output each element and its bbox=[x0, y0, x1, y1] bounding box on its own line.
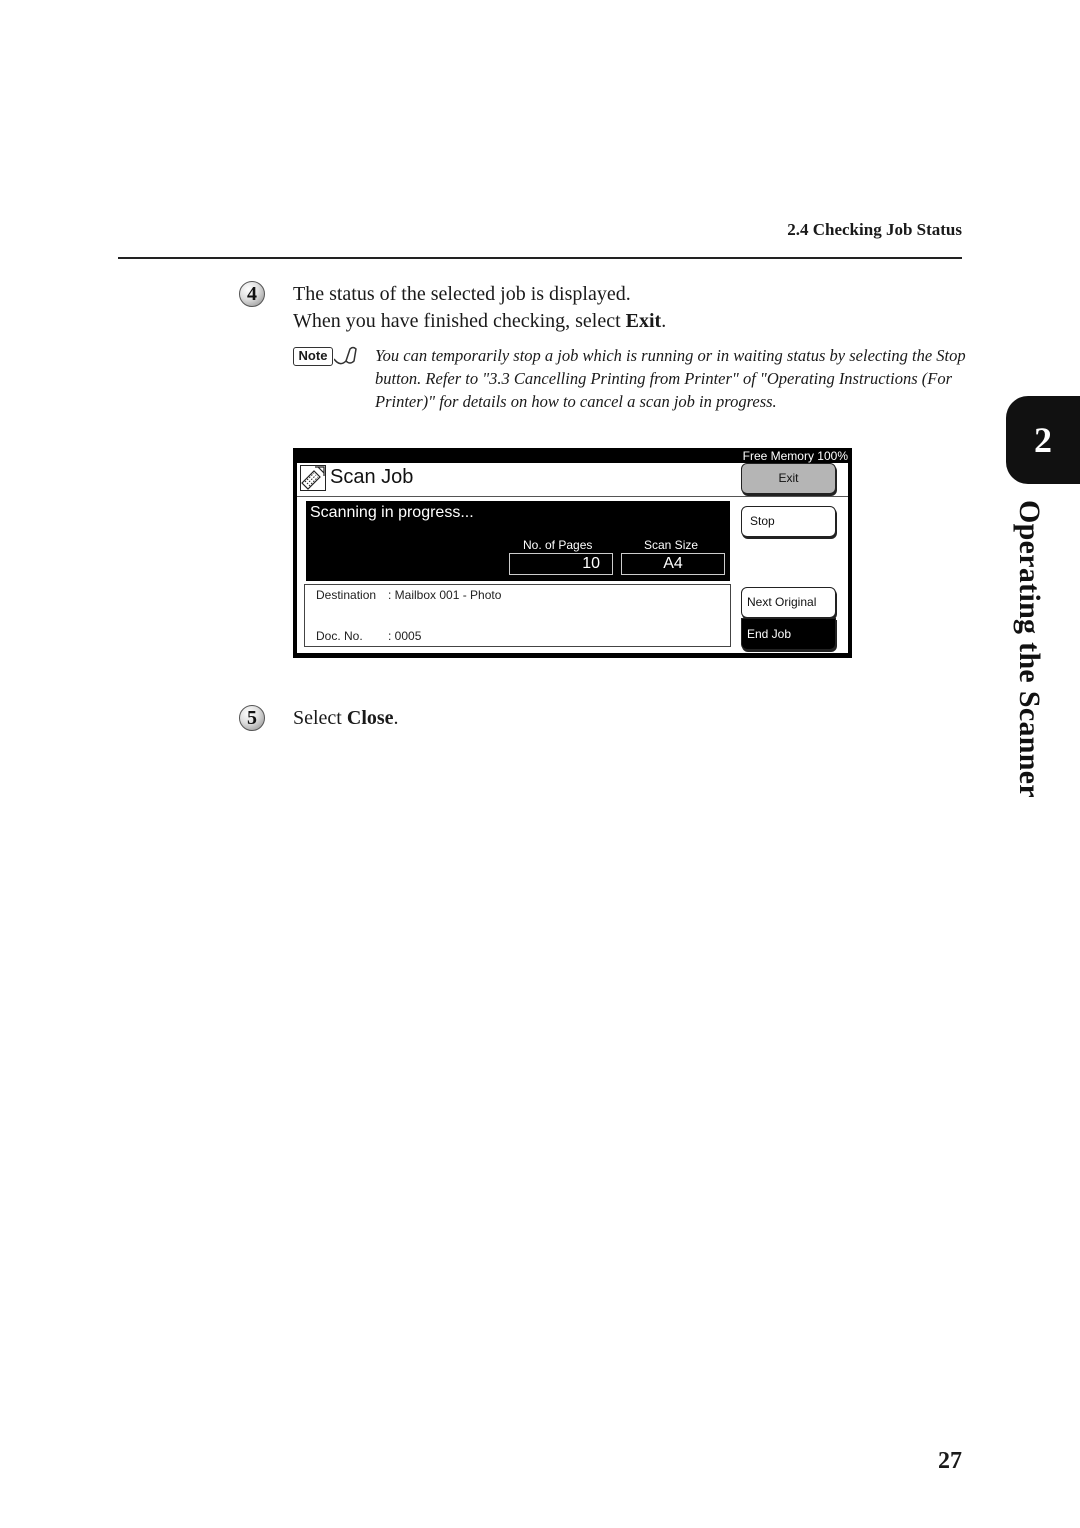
step-5-prefix: Select bbox=[293, 707, 347, 729]
step-5-suffix: . bbox=[393, 707, 399, 729]
step-5-text: Select Close. bbox=[293, 705, 399, 732]
destination-label: Destination bbox=[316, 588, 377, 602]
step-4-line1: The status of the selected job is displa… bbox=[293, 283, 631, 305]
destination-row: Destination : Mailbox 001 - Photo bbox=[316, 588, 501, 602]
pencil-note-icon bbox=[334, 346, 357, 365]
exit-button[interactable]: Exit bbox=[741, 463, 836, 494]
pages-label: No. of Pages bbox=[523, 538, 593, 552]
step-5-number: 5 bbox=[239, 705, 265, 731]
screen-title-bar: Scan Job Exit bbox=[297, 463, 848, 497]
doc-number-row: Doc. No. : 0005 bbox=[316, 629, 421, 643]
free-memory-indicator: Free Memory 100% bbox=[742, 449, 848, 463]
step-4-text: The status of the selected job is displa… bbox=[293, 281, 666, 335]
status-box: Scanning in progress... No. of Pages Sca… bbox=[306, 501, 730, 581]
next-original-button[interactable]: Next Original bbox=[741, 587, 836, 618]
scan-job-screen: Free Memory 100% Scan Job Exit Scanning … bbox=[293, 448, 852, 658]
destination-value: : Mailbox 001 - Photo bbox=[388, 588, 502, 602]
step-4-number: 4 bbox=[239, 281, 265, 307]
step-4-line2: When you have finished checking, select … bbox=[293, 308, 666, 335]
pages-value: 10 bbox=[509, 553, 613, 575]
end-job-button[interactable]: End Job bbox=[741, 618, 836, 650]
section-header: 2.4 Checking Job Status bbox=[787, 220, 962, 239]
chapter-title: Operating the Scanner bbox=[1013, 500, 1046, 798]
scan-size-label: Scan Size bbox=[644, 538, 699, 552]
scan-size-value: A4 bbox=[621, 553, 725, 575]
doc-number-label: Doc. No. bbox=[316, 629, 363, 643]
page-number: 27 bbox=[938, 1448, 962, 1474]
chapter-tab: 2 bbox=[1006, 396, 1080, 484]
job-info-box: Destination : Mailbox 001 - Photo Doc. No… bbox=[304, 584, 731, 647]
step-4-line2-prefix: When you have finished checking, select bbox=[293, 310, 626, 332]
stop-button[interactable]: Stop bbox=[741, 506, 836, 537]
step-5-close-keyword: Close bbox=[346, 707, 394, 729]
note-badge: Note bbox=[293, 347, 333, 366]
screen-body: Scan Job Exit Scanning in progress... No… bbox=[297, 463, 848, 653]
header-rule bbox=[118, 257, 962, 259]
doc-number-value: : 0005 bbox=[388, 629, 422, 643]
note-text: You can temporarily stop a job which is … bbox=[375, 346, 966, 411]
scanner-icon bbox=[300, 465, 326, 491]
status-text: Scanning in progress... bbox=[310, 504, 474, 521]
screen-title: Scan Job bbox=[330, 466, 414, 488]
step-4-exit-keyword: Exit bbox=[625, 310, 662, 332]
step-4-line2-suffix: . bbox=[661, 310, 667, 332]
